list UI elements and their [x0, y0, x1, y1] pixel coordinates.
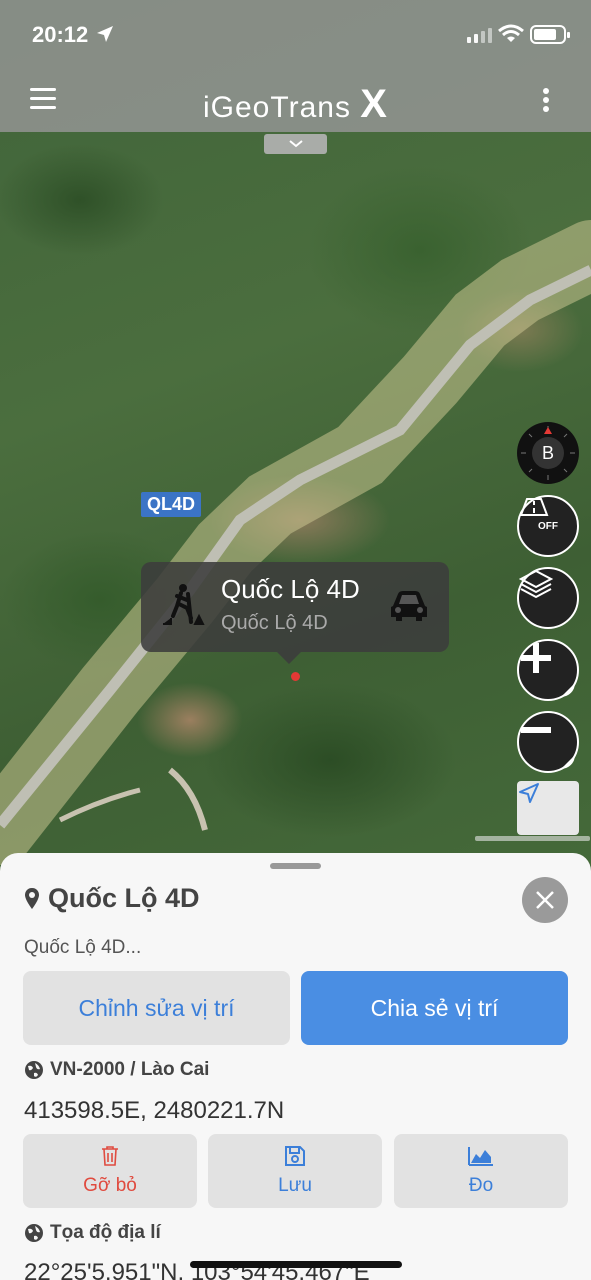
zoom-out-button[interactable]: [517, 711, 579, 773]
measure-icon: [468, 1147, 493, 1166]
place-title: Quốc Lộ 4D: [24, 883, 200, 914]
map-scale-bar: [475, 836, 590, 841]
coord-system-label: VN-2000 / Lào Cai: [50, 1059, 210, 1080]
location-services-icon: [97, 26, 113, 42]
chevron-down-icon: [288, 140, 303, 148]
trash-icon: [102, 1146, 118, 1166]
map-view[interactable]: QL4D Quốc Lộ 4D Quốc Lộ 4D B OFF: [0, 0, 591, 880]
place-subtitle: Quốc Lộ 4D...: [24, 937, 142, 958]
measure-button[interactable]: Đo: [394, 1134, 568, 1208]
geo-coord-label: Tọa độ địa lí: [50, 1222, 161, 1243]
measure-label: Đo: [468, 1175, 494, 1196]
app-title-suffix: X: [360, 82, 388, 126]
geo-coord-heading: Tọa độ địa lí: [24, 1222, 161, 1244]
close-icon: [536, 891, 554, 909]
close-button[interactable]: [522, 877, 568, 923]
plus-icon: [521, 643, 551, 673]
road-label: QL4D: [141, 492, 202, 517]
save-label: Lưu: [278, 1175, 312, 1196]
location-pin: [291, 672, 300, 681]
map-pin-icon: [25, 887, 39, 909]
traffic-state: OFF: [538, 520, 558, 532]
sheet-grabber[interactable]: [270, 863, 321, 869]
save-icon: [285, 1146, 305, 1166]
share-location-button[interactable]: Chia sẻ vị trí: [301, 971, 568, 1045]
compass-button[interactable]: B: [517, 422, 579, 484]
globe-icon: [25, 1061, 43, 1079]
wifi-icon: [498, 24, 524, 42]
compass-heading: B: [541, 442, 554, 463]
place-callout[interactable]: Quốc Lộ 4D Quốc Lộ 4D: [141, 562, 449, 664]
callout-subtitle: Quốc Lộ 4D: [221, 612, 328, 634]
status-time: 20:12: [32, 22, 89, 47]
home-indicator[interactable]: [190, 1261, 402, 1268]
place-title-text: Quốc Lộ 4D: [48, 883, 200, 913]
top-bar: 20:12 iGeoTrans X: [0, 0, 591, 132]
coord-system-heading: VN-2000 / Lào Cai: [24, 1059, 209, 1081]
my-location-button[interactable]: [517, 781, 579, 835]
cellular-signal-icon: [467, 28, 492, 43]
coord-value: 413598.5E, 2480221.7N: [24, 1097, 285, 1124]
zoom-in-button[interactable]: [517, 639, 579, 701]
place-detail-sheet[interactable]: Quốc Lộ 4D Quốc Lộ 4D... Chỉnh sửa vị tr…: [0, 853, 591, 1280]
callout-title: Quốc Lộ 4D: [221, 574, 360, 604]
app-title: iGeoTrans X: [0, 82, 591, 127]
app-title-text: iGeoTrans: [203, 91, 351, 124]
more-options-button[interactable]: [543, 88, 551, 115]
layers-button[interactable]: [517, 567, 579, 629]
traffic-toggle-button[interactable]: OFF: [517, 495, 579, 557]
navigation-arrow-icon: [519, 783, 539, 803]
traffic-icon: OFF: [519, 498, 558, 532]
layers-icon: [519, 569, 553, 599]
edit-location-button[interactable]: Chỉnh sửa vị trí: [23, 971, 290, 1045]
remove-button[interactable]: Gỡ bỏ: [23, 1134, 197, 1208]
minus-icon: [521, 727, 551, 733]
globe-icon: [25, 1224, 43, 1242]
collapse-toolbar-button[interactable]: [264, 134, 327, 154]
remove-label: Gỡ bỏ: [83, 1175, 137, 1196]
map-roads: [0, 220, 591, 865]
save-button[interactable]: Lưu: [208, 1134, 382, 1208]
battery-icon: [530, 25, 570, 44]
